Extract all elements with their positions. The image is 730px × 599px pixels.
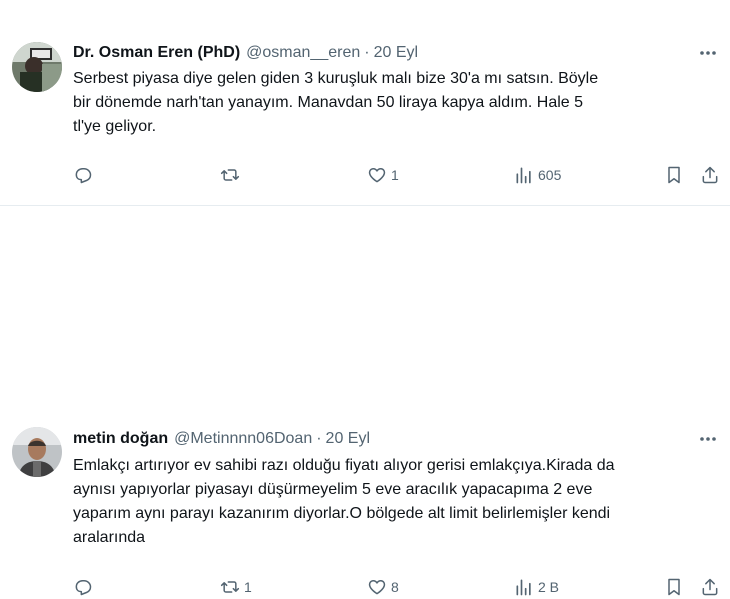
user-handle[interactable]: @osman__eren	[246, 44, 360, 62]
view-count: 2 B	[538, 579, 560, 595]
more-icon[interactable]	[696, 43, 720, 63]
views-icon	[516, 579, 531, 596]
share-button[interactable]	[700, 575, 720, 599]
like-button[interactable]: 1	[367, 163, 399, 187]
retweet-icon	[220, 169, 240, 181]
like-button[interactable]: 8	[367, 575, 399, 599]
retweet-icon	[220, 581, 240, 593]
like-icon	[368, 168, 386, 183]
share-icon	[702, 578, 718, 596]
avatar[interactable]	[12, 42, 62, 92]
bookmark-icon	[668, 578, 680, 596]
views-button[interactable]: 605	[514, 163, 561, 187]
like-count: 1	[391, 167, 399, 183]
tweet-text: Emlakçı artırıyor ev sahibi razı olduğu …	[73, 457, 615, 546]
reply-button[interactable]	[73, 163, 97, 187]
tweet-date[interactable]: 20 Eyl	[326, 430, 370, 448]
display-name[interactable]: Dr. Osman Eren (PhD)	[73, 44, 240, 62]
more-icon[interactable]	[696, 429, 720, 449]
like-count: 8	[391, 579, 399, 595]
view-count: 605	[538, 167, 562, 183]
retweet-count: 1	[244, 579, 252, 595]
tweet-actions: 1 8 2 B	[73, 575, 723, 599]
share-icon	[702, 166, 718, 184]
like-icon	[368, 580, 386, 595]
reply-button[interactable]	[73, 575, 97, 599]
bookmark-icon	[668, 166, 680, 184]
separator-dot: ·	[364, 44, 370, 61]
tweet[interactable]: metin doğan @Metinnnn06Doan · 20 Eyl Eml…	[0, 206, 730, 596]
tweet[interactable]: Dr. Osman Eren (PhD) @osman__eren · 20 E…	[0, 0, 730, 205]
tweet-date[interactable]: 20 Eyl	[374, 44, 418, 62]
reply-icon	[75, 168, 92, 184]
share-button[interactable]	[700, 163, 720, 187]
tweet-actions: 1 605	[73, 163, 723, 187]
tweet-header: metin doğan @Metinnnn06Doan · 20 Eyl	[73, 428, 370, 450]
bookmark-button[interactable]	[664, 575, 684, 599]
tweet-text: Serbest piyasa diye gelen giden 3 kuruşl…	[73, 70, 599, 135]
display-name[interactable]: metin doğan	[73, 430, 168, 448]
separator-dot: ·	[316, 430, 322, 447]
tweet-header: Dr. Osman Eren (PhD) @osman__eren · 20 E…	[73, 42, 418, 64]
avatar[interactable]	[12, 427, 62, 477]
views-icon	[516, 167, 531, 184]
retweet-button[interactable]: 1	[220, 575, 252, 599]
user-handle[interactable]: @Metinnnn06Doan	[174, 430, 312, 448]
views-button[interactable]: 2 B	[514, 575, 559, 599]
bookmark-button[interactable]	[664, 163, 684, 187]
reply-icon	[75, 580, 92, 596]
retweet-button[interactable]	[220, 163, 244, 187]
